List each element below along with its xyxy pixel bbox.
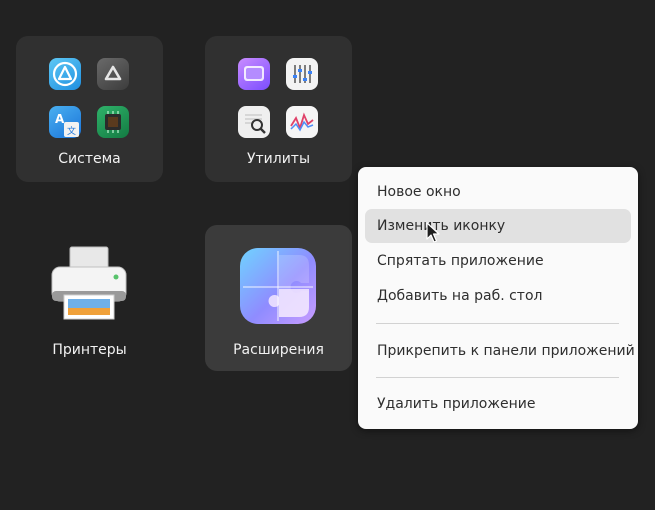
menu-separator: [376, 377, 619, 378]
menu-item-new-window[interactable]: Новое окно: [365, 175, 631, 209]
menu-item-add-to-desktop[interactable]: Добавить на раб. стол: [365, 279, 631, 313]
menu-item-hide-app[interactable]: Спрятать приложение: [365, 244, 631, 278]
svg-text:文: 文: [67, 125, 76, 137]
hardware-chip-icon: [97, 106, 129, 138]
settings-sliders-icon: [286, 58, 318, 90]
context-menu: Новое окно Изменить иконку Спрятать прил…: [358, 167, 638, 429]
menu-separator: [376, 323, 619, 324]
screenshot-icon: [238, 58, 270, 90]
system-monitor-icon: [286, 106, 318, 138]
svg-text:A: A: [55, 112, 65, 126]
menu-item-change-icon[interactable]: Изменить иконку: [365, 209, 631, 243]
app-center-icon: [49, 58, 81, 90]
folder-system[interactable]: A 文 Система: [16, 36, 163, 182]
app-grid: A 文 Система Утилиты Принтеры Расширения …: [0, 0, 655, 510]
puzzle-extensions-icon: [239, 247, 317, 325]
app-label: Принтеры: [52, 342, 127, 358]
folder-label: Система: [58, 151, 121, 167]
folder-utilities[interactable]: Утилиты: [205, 36, 352, 182]
printer-icon: [48, 245, 130, 323]
mouse-pointer-icon: [426, 222, 440, 244]
menu-item-uninstall[interactable]: Удалить приложение: [365, 387, 631, 421]
folder-label: Утилиты: [246, 151, 311, 167]
app-label: Расширения: [233, 342, 324, 358]
language-support-icon: A 文: [49, 106, 81, 138]
software-updater-icon: [97, 58, 129, 90]
app-extensions[interactable]: Расширения: [205, 225, 352, 371]
app-printers[interactable]: Принтеры: [16, 225, 163, 371]
document-viewer-icon: [238, 106, 270, 138]
menu-item-pin-to-dock[interactable]: Прикрепить к панели приложений: [365, 334, 635, 368]
